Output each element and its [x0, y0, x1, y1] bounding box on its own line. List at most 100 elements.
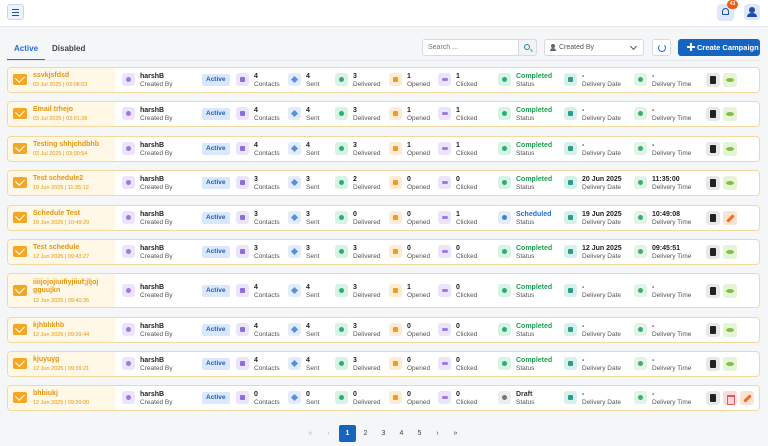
- copy-button[interactable]: [706, 73, 720, 87]
- tab-disabled[interactable]: Disabled: [45, 38, 92, 61]
- page-5-button[interactable]: 5: [411, 425, 428, 442]
- campaign-row[interactable]: kjhbhkhb 12 Jun 2025 | 09:39:44 harshB Crea…: [7, 317, 760, 343]
- delivery-time-label: Delivery Time: [652, 115, 692, 122]
- tab-active[interactable]: Active: [7, 38, 46, 61]
- next-page-button[interactable]: ›: [429, 425, 446, 442]
- refresh-button[interactable]: [652, 39, 671, 56]
- edit-button[interactable]: [740, 391, 754, 405]
- page-3-button[interactable]: 3: [375, 425, 392, 442]
- copy-button[interactable]: [706, 323, 720, 337]
- status-label: Status: [516, 81, 535, 88]
- delivery-time-value: -: [652, 142, 655, 149]
- search-button[interactable]: [518, 39, 537, 56]
- mail-icon: [13, 246, 27, 257]
- campaign-name[interactable]: Testing shhjchdbhb: [33, 141, 113, 149]
- copy-button[interactable]: [706, 211, 720, 225]
- campaign-name[interactable]: kjuyuyg: [33, 356, 113, 364]
- campaign-name-cell: Test schedule 12 Jun 2025 | 09:43:27: [8, 240, 115, 264]
- campaign-date: 12 Jun 2025: [33, 366, 64, 372]
- first-page-button[interactable]: «: [302, 425, 319, 442]
- copy-button[interactable]: [706, 176, 720, 190]
- prev-page-button[interactable]: ‹: [320, 425, 337, 442]
- copy-button[interactable]: [706, 283, 720, 298]
- campaign-row[interactable]: Email trhejo 03 Jul 2025 | 03:01:28 harshB…: [7, 101, 760, 127]
- view-button[interactable]: [723, 107, 737, 121]
- opened-label: Opened: [407, 253, 431, 260]
- create-campaign-button[interactable]: Create Campaign: [678, 39, 760, 56]
- view-button[interactable]: [723, 323, 737, 337]
- contacts-label: Contacts: [254, 253, 280, 260]
- user-icon[interactable]: [744, 4, 760, 20]
- campaign-row[interactable]: kjuyuyg 12 Jun 2025 | 09:39:21 harshB Creat…: [7, 351, 760, 377]
- status-icon: [498, 107, 511, 120]
- clock-icon: [634, 107, 647, 120]
- clock-icon: [634, 211, 647, 224]
- campaign-name[interactable]: Schedule Test: [33, 210, 113, 218]
- contacts-icon: [236, 176, 249, 189]
- status-label: Status: [516, 399, 535, 406]
- copy-button[interactable]: [706, 391, 720, 405]
- user-icon: [122, 107, 135, 120]
- view-button[interactable]: [723, 245, 737, 259]
- campaign-name[interactable]: Email trhejo: [33, 106, 113, 114]
- delivery-time-label: Delivery Time: [652, 331, 692, 338]
- bell-icon: [722, 8, 729, 15]
- page-4-button[interactable]: 4: [393, 425, 410, 442]
- contacts-label: Contacts: [254, 81, 280, 88]
- opened-count: 1: [407, 73, 411, 80]
- copy-button[interactable]: [706, 142, 720, 156]
- copy-button[interactable]: [706, 357, 720, 371]
- mail-icon: [13, 324, 27, 335]
- view-button[interactable]: [723, 283, 737, 298]
- campaign-row[interactable]: ssvkjsfdsd 03 Jul 2025 | 03:08:03 harshB Cr…: [7, 67, 760, 93]
- campaign-row[interactable]: Test schedule2 19 Jun 2025 | 11:35:12 hars…: [7, 170, 760, 196]
- opened-count: 0: [407, 357, 411, 364]
- campaign-name[interactable]: Test schedule: [33, 244, 113, 252]
- delivery-date-value: -: [582, 107, 585, 114]
- campaign-row[interactable]: iiiijojojiuifiyjiiuf;jljoj gguujkn 12 Jun…: [7, 273, 760, 308]
- campaign-name[interactable]: kjhbhkhb: [33, 322, 113, 330]
- sent-label: Sent: [306, 81, 320, 88]
- delivered-label: Delivered: [353, 184, 381, 191]
- view-button[interactable]: [723, 357, 737, 371]
- user-icon: [122, 73, 135, 86]
- notification-button[interactable]: 43: [717, 0, 738, 21]
- edit-button[interactable]: [723, 211, 737, 225]
- status-label: Status: [516, 150, 535, 157]
- send-icon: [288, 391, 301, 404]
- copy-button[interactable]: [706, 107, 720, 121]
- last-page-button[interactable]: »: [447, 425, 464, 442]
- campaign-row[interactable]: Testing shhjchdbhb 03 Jul 2025 | 03:00:54…: [7, 136, 760, 162]
- campaign-name[interactable]: iiiijojojiuifiyjiiuf;jljoj gguujkn: [33, 279, 113, 295]
- opened-count: 1: [407, 142, 411, 149]
- calendar-icon: [564, 176, 577, 189]
- created-by-label: Created By: [140, 399, 173, 406]
- page-2-button[interactable]: 2: [357, 425, 374, 442]
- campaign-row[interactable]: bhbiukj 12 Jun 2025 | 09:39:00 harshB Creat…: [7, 385, 760, 411]
- page-1-button[interactable]: 1: [339, 425, 356, 442]
- contacts-count: 4: [254, 283, 258, 291]
- view-button[interactable]: [723, 142, 737, 156]
- view-button[interactable]: [723, 73, 737, 87]
- search-input[interactable]: [422, 39, 518, 56]
- status-value: Completed: [516, 73, 553, 80]
- check-circle-icon: [335, 245, 348, 258]
- created-by-select[interactable]: Created By: [544, 39, 644, 56]
- clicked-count: 1: [456, 73, 460, 80]
- clicked-label: Clicked: [456, 291, 478, 299]
- campaign-row[interactable]: Schedule Test 19 Jun 2025 | 10:49:29 harsh…: [7, 205, 760, 231]
- campaign-row[interactable]: Test schedule 12 Jun 2025 | 09:43:27 harsh…: [7, 239, 760, 265]
- sent-count: 4: [306, 142, 310, 149]
- campaign-name[interactable]: Test schedule2: [33, 175, 113, 183]
- delivery-time-label: Delivery Time: [652, 365, 692, 372]
- sent-label: Sent: [306, 253, 320, 260]
- delivery-time-label: Delivery Time: [652, 150, 692, 157]
- view-button[interactable]: [723, 176, 737, 190]
- campaign-name[interactable]: ssvkjsfdsd: [33, 72, 113, 80]
- mail-open-icon: [389, 283, 402, 297]
- campaign-name[interactable]: bhbiukj: [33, 390, 113, 398]
- menu-icon[interactable]: [7, 4, 24, 20]
- campaign-date: 03 Jul 2025: [33, 151, 62, 157]
- copy-button[interactable]: [706, 245, 720, 259]
- delete-button[interactable]: [723, 391, 737, 405]
